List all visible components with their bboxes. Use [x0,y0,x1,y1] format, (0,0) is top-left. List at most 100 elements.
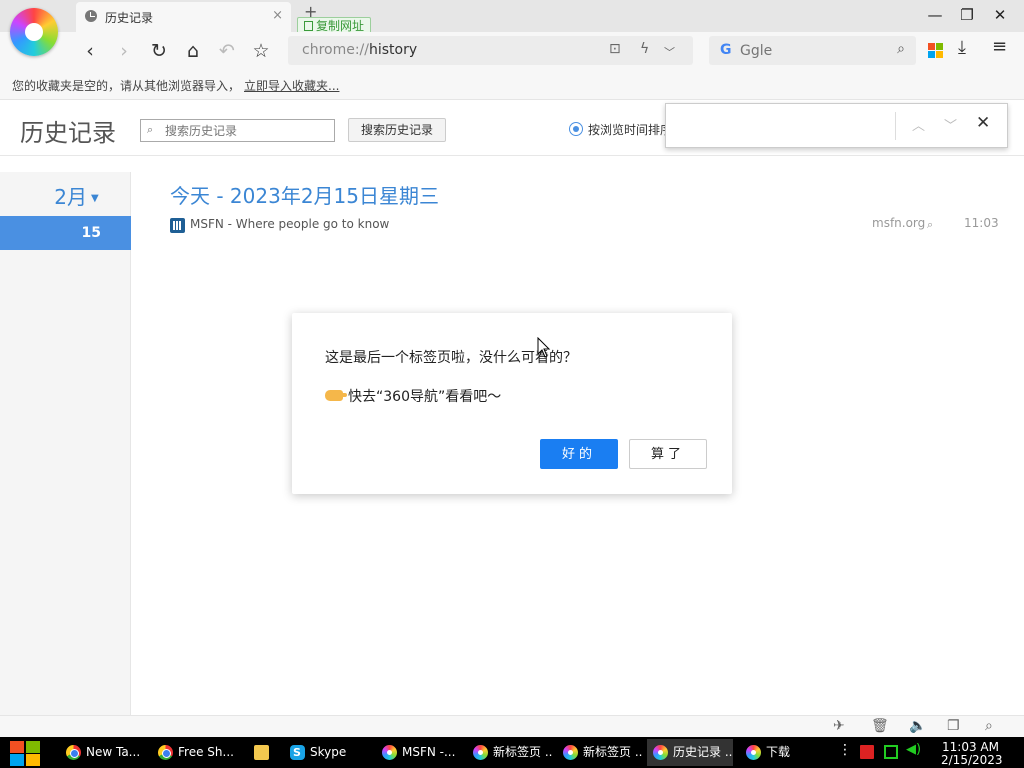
sidebar-day-item[interactable]: 15 [0,216,131,250]
address-text: chrome://history [302,42,418,58]
bookmark-empty-text: 您的收藏夹是空的，请从其他浏览器导入， [12,79,241,93]
history-entry-domain[interactable]: msfn.org [872,216,925,230]
taskbar-item[interactable]: 新标签页 ... [557,739,643,766]
flag-icon[interactable] [860,745,874,759]
menu-icon[interactable]: ≡ [992,36,1007,57]
history-entry-title[interactable]: MSFN - Where people go to know [190,217,389,231]
reader-mode-icon[interactable]: ⊡ [609,41,621,57]
taskbar-item-label: Skype [310,745,347,759]
history-entry-time: 11:03 [964,216,999,230]
zoom-icon[interactable]: ⌕ [985,718,993,734]
tab-title: 历史记录 [105,11,154,25]
undo-close-tab-button[interactable]: ↶ [214,38,240,64]
find-previous-icon[interactable]: ︿ [912,115,925,134]
last-tab-dialog: 这是最后一个标签页啦，没什么可看的？ 快去“360导航”看看吧～ 好的 算了 [292,313,732,494]
bookmark-bar: 您的收藏夹是空的，请从其他浏览器导入， 立即导入收藏夹... [0,70,1024,100]
find-separator [895,112,896,140]
taskbar-item[interactable] [248,739,276,766]
apps-grid-icon[interactable] [928,43,943,58]
back-button[interactable]: ‹ [77,38,103,64]
history-search-box[interactable]: ⌕ [140,119,335,142]
taskbar-item-label: 历史记录 ... [673,745,733,759]
address-bar[interactable]: chrome://history ⊡ ϟ ﹀ [288,36,693,65]
tab-history[interactable]: 历史记录 × [76,2,291,32]
taskbar-item-label: 新标签页 ... [493,745,553,759]
search-box[interactable]: G ⌕ [709,36,916,65]
search-input[interactable] [740,41,880,60]
browser-360-icon [473,745,488,760]
taskbar-item[interactable]: 新标签页 ... [467,739,553,766]
browser-logo-icon[interactable] [10,8,58,56]
forward-button[interactable]: › [111,38,137,64]
find-next-icon[interactable]: ﹀ [944,115,957,134]
msfn-favicon [170,218,185,233]
browser-360-icon [653,745,668,760]
taskbar-item-label: 新标签页 ... [583,745,643,759]
taskbar-item-active[interactable]: 历史记录 ... [647,739,733,766]
lightning-icon[interactable]: ϟ [640,41,649,57]
taskbar-item-label: Free Sh... [178,745,234,759]
day-heading: 今天 - 2023年2月15日星期三 [170,184,440,208]
close-window-button[interactable]: ✕ [985,4,1015,26]
home-button[interactable]: ⌂ [180,38,206,64]
import-bookmarks-link[interactable]: 立即导入收藏夹... [244,77,339,94]
network-icon[interactable] [884,745,898,759]
page-title: 历史记录 [20,119,116,147]
taskbar-item[interactable]: MSFN -... [376,739,462,766]
restore-button[interactable]: ❐ [952,4,982,26]
search-icon[interactable]: ⌕ [897,41,905,57]
taskbar: New Ta... Free Sh... Skype MSFN -... 新标签… [0,737,1024,768]
taskbar-item-label: MSFN -... [402,745,456,759]
find-close-icon[interactable]: ✕ [976,113,990,133]
google-icon[interactable]: G [720,42,732,58]
clock-time[interactable]: 11:03 AM [942,740,999,754]
pointing-hand-icon [325,390,347,401]
chevron-down-icon[interactable]: ﹀ [664,44,675,60]
find-input[interactable] [672,114,894,138]
browser-360-icon [382,745,397,760]
start-button[interactable] [10,739,42,767]
taskbar-item[interactable]: Skype [284,739,370,766]
dialog-sub-message: 快去“360导航”看看吧～ [325,386,501,406]
taskbar-item-label: 下载 [766,745,791,759]
mouse-cursor-icon [537,337,551,358]
chrome-icon [66,745,81,760]
toolbar: ‹ › ↻ ⌂ ↶ ☆ chrome://history ⊡ ϟ ﹀ G ⌕ ⤓… [0,32,1024,70]
accelerate-icon[interactable]: ✈ [833,718,845,734]
sort-by-time-radio[interactable] [569,122,583,136]
date-sidebar: 2月 ▼ 15 [0,172,131,715]
browser-360-icon [746,745,761,760]
caret-down-icon: ▼ [91,193,99,204]
history-entry-row[interactable]: MSFN - Where people go to know msfn.org … [170,215,1000,235]
history-search-input[interactable] [165,122,330,139]
tab-bar: 历史记录 × + — ❐ ✕ [0,0,1024,32]
tray-overflow-icon[interactable]: ⋮ [838,742,852,758]
find-bar: ︿ ﹀ ✕ [665,103,1008,148]
cancel-button[interactable]: 算了 [629,439,707,469]
taskbar-item[interactable]: New Ta... [60,739,148,766]
copy-icon [304,21,313,31]
folder-icon [254,745,269,760]
clock-date[interactable]: 2/15/2023 [941,753,1003,767]
month-selector[interactable]: 2月 ▼ [0,181,131,210]
reload-button[interactable]: ↻ [146,38,172,64]
taskbar-item[interactable]: Free Sh... [152,739,240,766]
download-icon[interactable]: ⤓ [958,37,966,58]
dialog-sub-text: 快去“360导航”看看吧～ [348,389,502,405]
tab-close-icon[interactable]: × [272,8,283,23]
volume-icon[interactable]: ◀) [906,742,921,757]
taskbar-item[interactable]: 下载 [740,739,826,766]
history-search-button[interactable]: 搜索历史记录 [348,118,446,142]
trash-icon[interactable]: 🗑 [871,718,889,734]
copy-url-label: 复制网址 [316,19,365,33]
bookmark-star-button[interactable]: ☆ [248,38,274,64]
ok-button[interactable]: 好的 [540,439,618,469]
speaker-icon[interactable]: 🔈 [909,718,926,734]
window-icon[interactable]: ❐ [947,718,960,734]
month-label: 2月 [54,185,88,209]
sort-by-time-label[interactable]: 按浏览时间排序 [588,121,666,138]
search-icon: ⌕ [147,123,154,136]
skype-icon [290,739,305,766]
minimize-button[interactable]: — [920,4,950,26]
search-site-icon[interactable]: ⌕ [927,218,933,232]
